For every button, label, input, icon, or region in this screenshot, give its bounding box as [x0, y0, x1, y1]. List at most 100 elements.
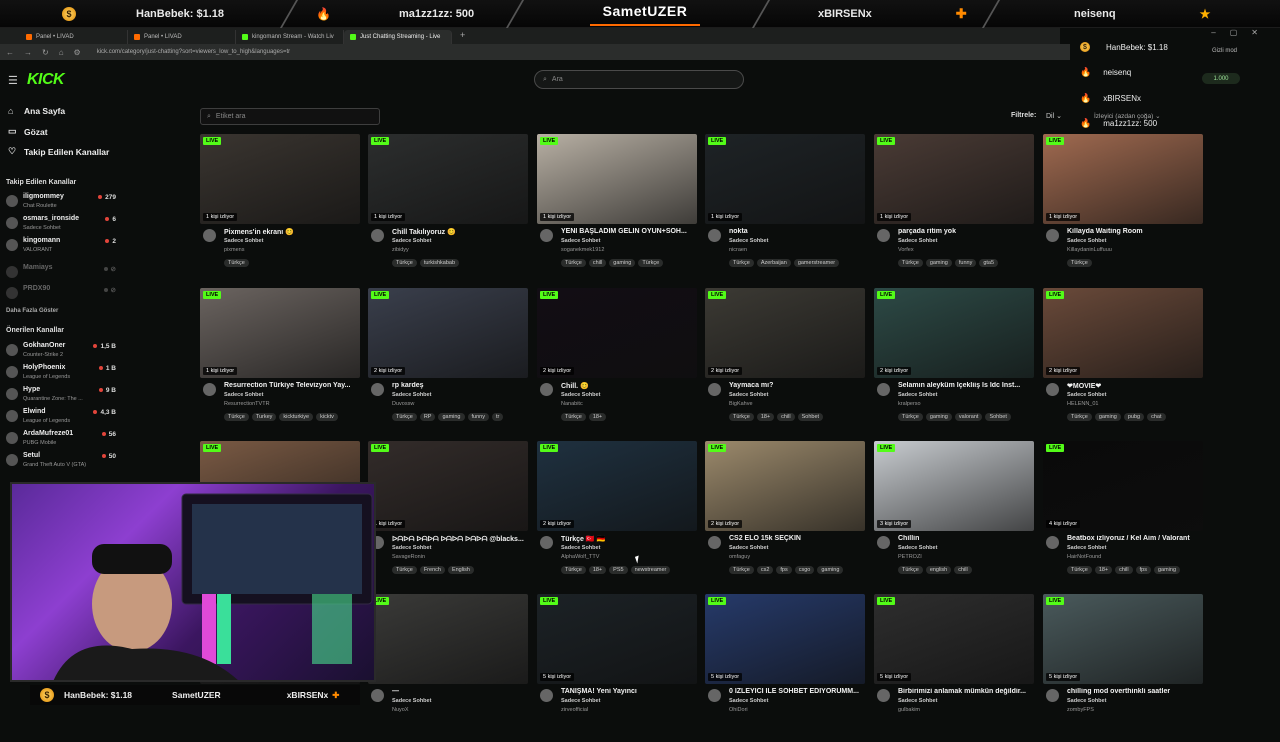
stream-card[interactable]: LIVE 1 kişi izliyor Chill Takılıyoruz 😊 Sad…: [368, 134, 528, 282]
channel-name[interactable]: NuyoX: [392, 707, 409, 713]
stream-category[interactable]: Sadece Sohbet: [561, 238, 600, 244]
back-icon[interactable]: ←: [6, 48, 14, 57]
avatar[interactable]: [371, 229, 384, 242]
stream-thumbnail[interactable]: LIVE: [368, 594, 528, 684]
browser-tab[interactable]: Panel • LIVAD: [128, 30, 236, 44]
stream-card[interactable]: LIVE 2 kişi izliyor Türkçe 🇹🇷 🇩🇪 Sadece Soh…: [537, 441, 697, 589]
stream-category[interactable]: Sadece Sohbet: [1067, 392, 1106, 398]
tag-chip[interactable]: Türkçe: [224, 413, 249, 421]
stream-card[interactable]: LIVE 1 kişi izliyor Killayda Waiting Room S…: [1043, 134, 1203, 282]
channel-name[interactable]: HELENN_01: [1067, 401, 1099, 407]
channel-name[interactable]: gulbakim: [898, 707, 920, 713]
tag-chip[interactable]: fps: [1135, 566, 1151, 574]
language-filter[interactable]: Dil ⌄: [1046, 112, 1062, 120]
tag-chip[interactable]: Türkçe: [392, 566, 417, 574]
tag-chip[interactable]: French: [419, 566, 445, 574]
tag-chip[interactable]: chill: [777, 413, 795, 421]
avatar[interactable]: [877, 229, 890, 242]
stream-thumbnail[interactable]: LIVE 5 kişi izliyor: [1043, 594, 1203, 684]
tag-chip[interactable]: chill: [954, 566, 972, 574]
avatar[interactable]: [708, 689, 721, 702]
stream-card[interactable]: LIVE 2 kişi izliyor Chill. 😊 Sadece Sohbet N…: [537, 288, 697, 436]
tag-chip[interactable]: Türkçe: [729, 413, 754, 421]
stream-card[interactable]: LIVE 3 kişi izliyor Chillin Sadece Sohbet PE…: [874, 441, 1034, 589]
stream-category[interactable]: Sadece Sohbet: [1067, 238, 1106, 244]
stream-card[interactable]: LIVE 1 kişi izliyor parçada ritim yok Sadec…: [874, 134, 1034, 282]
avatar[interactable]: [540, 536, 553, 549]
tag-chip[interactable]: csgo: [794, 566, 815, 574]
channel-name[interactable]: AlphaWolf_TTV: [561, 554, 599, 560]
tag-chip[interactable]: gta5: [979, 259, 999, 267]
channel-name[interactable]: zirveofficial: [561, 707, 588, 713]
window-controls[interactable]: –▢✕: [1211, 28, 1272, 37]
tag-search-input[interactable]: ⌕ Etiket ara: [200, 108, 380, 125]
channel-name[interactable]: HairNotFound: [1067, 554, 1101, 560]
tag-chip[interactable]: cs2: [756, 566, 774, 574]
channel-name[interactable]: OhiDori: [729, 707, 748, 713]
stream-card[interactable]: LIVE 1 kişi izliyor YENİ BAŞLADIM GELİN OY…: [537, 134, 697, 282]
followed-channel[interactable]: kingomann VALORANT 2: [6, 237, 118, 257]
stream-category[interactable]: Sadece Sohbet: [729, 545, 768, 551]
tag-chip[interactable]: Sohbet: [797, 413, 824, 421]
forward-icon[interactable]: →: [24, 48, 32, 57]
stream-category[interactable]: Sadece Sohbet: [392, 238, 431, 244]
tag-chip[interactable]: gamerstreamer: [793, 259, 840, 267]
followed-channel-offline[interactable]: PRDX90 ⊘: [6, 285, 118, 305]
followed-channel-offline[interactable]: Mamiays ⊘: [6, 264, 118, 284]
tag-chip[interactable]: newstreamer: [630, 566, 671, 574]
channel-name[interactable]: PETROZI: [898, 554, 922, 560]
stream-category[interactable]: Sadece Sohbet: [392, 698, 431, 704]
stream-card[interactable]: LIVE 1 kişi izliyor Pixmens'in ekranı 😊 Sad…: [200, 134, 360, 282]
stream-category[interactable]: Sadece Sohbet: [729, 392, 768, 398]
tag-chip[interactable]: Türkçe: [638, 259, 664, 267]
stream-category[interactable]: Sadece Sohbet: [561, 392, 600, 398]
tag-chip[interactable]: 18+: [1094, 566, 1113, 574]
avatar[interactable]: [1046, 229, 1059, 242]
recommended-channel[interactable]: Hype Quarantine Zone: The ... 9 B: [6, 386, 118, 406]
channel-name[interactable]: soganekmek1912: [561, 247, 604, 253]
stream-thumbnail[interactable]: LIVE 5 kişi izliyor: [874, 594, 1034, 684]
tag-chip[interactable]: Türkçe: [729, 259, 754, 267]
recommended-channel[interactable]: GokhanOner Counter-Strike 2 1,5 B: [6, 342, 118, 362]
stream-thumbnail[interactable]: LIVE 4 kişi izliyor: [1043, 441, 1203, 531]
tag-chip[interactable]: PS5: [609, 566, 628, 574]
channel-name[interactable]: Vorfex: [898, 247, 914, 253]
stream-thumbnail[interactable]: LIVE 2 kişi izliyor: [537, 288, 697, 378]
stream-thumbnail[interactable]: LIVE 2 kişi izliyor: [537, 441, 697, 531]
stream-category[interactable]: Sadece Sohbet: [898, 698, 937, 704]
reload-icon[interactable]: ↻: [42, 48, 49, 57]
tag-chip[interactable]: Sohbet: [985, 413, 1011, 421]
nav-browse[interactable]: ▭ Gözat: [8, 126, 48, 137]
tag-chip[interactable]: kickturkiye: [279, 413, 314, 421]
followed-channel[interactable]: iligmommey Chat Roulette 279: [6, 193, 118, 213]
stream-thumbnail[interactable]: LIVE 3 kişi izliyor: [874, 441, 1034, 531]
stream-thumbnail[interactable]: LIVE 5 kişi izliyor: [705, 594, 865, 684]
tag-chip[interactable]: English: [447, 566, 474, 574]
browser-tab[interactable]: kingomann Stream - Watch Liv: [236, 30, 344, 44]
menu-icon[interactable]: ☰: [8, 74, 18, 87]
tag-chip[interactable]: RP: [419, 413, 436, 421]
tag-chip[interactable]: gaming: [1094, 413, 1121, 421]
recommended-channel[interactable]: ArdaMufreze01 PUBG Mobile 56: [6, 430, 118, 450]
stream-card[interactable]: LIVE 4 kişi izliyor Beatbox izliyoruz / Ke…: [1043, 441, 1203, 589]
channel-name[interactable]: pixmens: [224, 247, 244, 253]
stream-thumbnail[interactable]: LIVE 2 kişi izliyor: [705, 288, 865, 378]
channel-name[interactable]: Duvossw: [392, 401, 414, 407]
browser-tab[interactable]: Panel • LIVAD: [20, 30, 128, 44]
stream-thumbnail[interactable]: LIVE 2 kişi izliyor: [368, 288, 528, 378]
avatar[interactable]: [708, 229, 721, 242]
tag-chip[interactable]: Türkçe: [1067, 413, 1092, 421]
stream-category[interactable]: Sadece Sohbet: [561, 545, 600, 551]
avatar[interactable]: [1046, 383, 1059, 396]
tag-chip[interactable]: Türkçe: [224, 259, 249, 267]
browser-tab-active[interactable]: Just Chatting Streaming - Live: [344, 30, 452, 44]
home-icon[interactable]: ⌂: [59, 48, 64, 57]
avatar[interactable]: [203, 383, 216, 396]
channel-name[interactable]: kralperso: [898, 401, 921, 407]
tag-chip[interactable]: Türkçe: [392, 413, 417, 421]
stream-thumbnail[interactable]: LIVE 1 kişi izliyor: [200, 288, 360, 378]
kick-points-badge[interactable]: 1.000: [1202, 73, 1240, 84]
stream-category[interactable]: Sadece Sohbet: [1067, 545, 1106, 551]
tag-chip[interactable]: Turkey: [251, 413, 277, 421]
address-bar[interactable]: ← → ↻ ⌂ ⚙ kick.com/category/just-chattin…: [0, 44, 1070, 60]
